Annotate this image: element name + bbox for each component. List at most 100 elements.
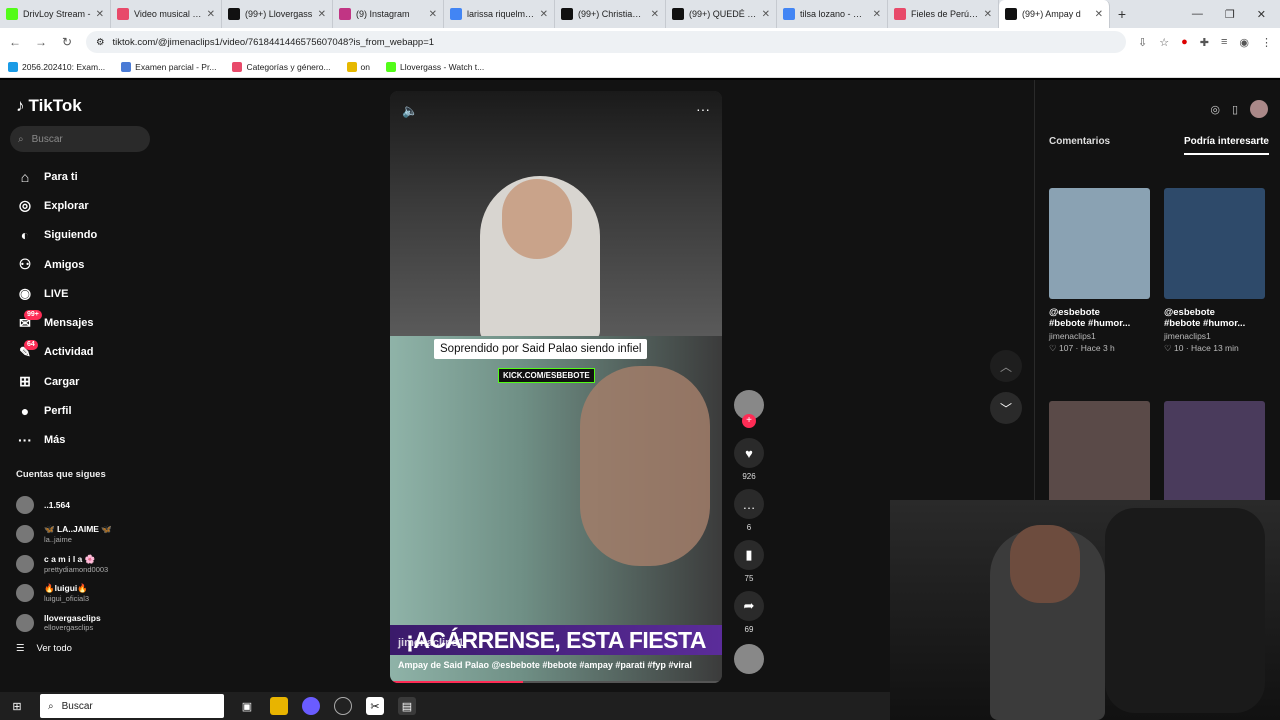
- sidebar-item-actividad[interactable]: ✎ Actividad 64: [10, 338, 150, 367]
- notepad-icon[interactable]: ▤: [398, 697, 416, 715]
- creator-avatar[interactable]: +: [734, 390, 764, 428]
- install-icon[interactable]: ⇩: [1138, 36, 1147, 49]
- device-icon[interactable]: ▯: [1232, 103, 1238, 116]
- browser-tab[interactable]: Fieles de Perú: Cr ✕: [888, 0, 999, 28]
- bookmark-item[interactable]: Llovergass - Watch t...: [386, 61, 484, 72]
- browser-tab[interactable]: larissa riquelme - ✕: [444, 0, 555, 28]
- browser-tab[interactable]: DrivLoy Stream - ✕: [0, 0, 111, 28]
- sidebar-item-para-ti[interactable]: ⌂ Para ti: [10, 162, 150, 191]
- bookmark-item[interactable]: 2056.202410: Exam...: [8, 61, 105, 72]
- user-avatar[interactable]: [1250, 100, 1268, 118]
- close-icon[interactable]: ✕: [207, 9, 215, 20]
- reload-icon[interactable]: ↻: [60, 35, 74, 49]
- file-explorer-icon[interactable]: [270, 697, 288, 715]
- sidebar-item-explorar[interactable]: ◎ Explorar: [10, 191, 150, 220]
- extension-icon[interactable]: ●: [1181, 36, 1188, 48]
- tab-recommended[interactable]: Podría interesarte: [1183, 136, 1269, 155]
- following-account[interactable]: c a m i l a 🌸 prettydiamond0003: [10, 549, 150, 579]
- windows-start-icon[interactable]: ⊞: [8, 697, 26, 715]
- bookmark-item[interactable]: on: [346, 61, 370, 72]
- close-icon[interactable]: ✕: [429, 9, 437, 20]
- previous-video-button[interactable]: ︿: [990, 350, 1022, 382]
- sidebar-item-cargar[interactable]: ⊞ Cargar: [10, 367, 150, 396]
- browser-tab[interactable]: tilsa lozano - Busc ✕: [777, 0, 888, 28]
- obs-icon[interactable]: [334, 697, 352, 715]
- see-all-button[interactable]: ☰ Ver todo: [10, 643, 150, 654]
- follow-plus-icon[interactable]: +: [742, 414, 756, 428]
- sidebar-item-perfil[interactable]: ● Perfil: [10, 396, 150, 425]
- close-icon[interactable]: ✕: [762, 9, 770, 20]
- restore-icon[interactable]: ❐: [1225, 8, 1235, 21]
- site-info-icon[interactable]: ⚙: [96, 37, 105, 48]
- close-icon[interactable]: ✕: [1095, 9, 1103, 20]
- sidebar-item-amigos[interactable]: ⚇ Amigos: [10, 250, 150, 279]
- forward-icon[interactable]: →: [34, 35, 48, 49]
- video-thumbnail[interactable]: [1049, 188, 1150, 299]
- tab-title: DrivLoy Stream -: [23, 9, 91, 19]
- close-icon[interactable]: ✕: [540, 9, 548, 20]
- sidebar-item-m-s[interactable]: ··· Más: [10, 426, 150, 455]
- next-video-button[interactable]: ﹀: [990, 392, 1022, 424]
- close-icon[interactable]: ✕: [318, 9, 326, 20]
- browser-tab[interactable]: Video musical de ✕: [111, 0, 222, 28]
- sidebar-item-mensajes[interactable]: ✉ Mensajes 99+: [10, 308, 150, 337]
- recommended-video-card[interactable]: [1049, 401, 1150, 512]
- video-player[interactable]: Soprendido por Said Palao siendo infiel …: [390, 91, 722, 683]
- menu-icon[interactable]: ⋮: [1261, 36, 1272, 49]
- video-description[interactable]: Ampay de Said Palao @esbebote #bebote #a…: [398, 660, 692, 670]
- volume-icon[interactable]: 🔈: [402, 103, 418, 119]
- close-icon[interactable]: ✕: [873, 9, 881, 20]
- bookmark-item[interactable]: Categorías y género...: [232, 61, 331, 72]
- minimize-icon[interactable]: —: [1192, 8, 1203, 21]
- profile-avatar[interactable]: ◉: [1239, 36, 1249, 49]
- browser-tab[interactable]: (99+) QUEDÉ FRIC ✕: [666, 0, 777, 28]
- sidebar-item-label: Actividad: [44, 346, 94, 359]
- card-user[interactable]: jimenaclips1: [1164, 331, 1265, 341]
- more-options-icon[interactable]: ···: [696, 101, 710, 117]
- back-icon[interactable]: ←: [8, 35, 22, 49]
- following-account[interactable]: 🔥luigui🔥 luigui_oficial3: [10, 578, 150, 608]
- following-account[interactable]: ..1.564: [10, 490, 150, 520]
- close-icon[interactable]: ✕: [651, 9, 659, 20]
- video-thumbnail[interactable]: [1164, 401, 1265, 512]
- sidebar-item-live[interactable]: ◉ LIVE: [10, 279, 150, 308]
- browser-tab[interactable]: (99+) Llovergass ✕: [222, 0, 333, 28]
- following-account[interactable]: llovergasclips ellovergasclips: [10, 608, 150, 638]
- video-thumbnail[interactable]: [1049, 401, 1150, 512]
- save-button[interactable]: ▮: [734, 540, 764, 570]
- task-view-icon[interactable]: ▣: [238, 697, 256, 715]
- tab-comments[interactable]: Comentarios: [1049, 136, 1110, 155]
- recommended-video-card[interactable]: @esbebote #bebote #humor... jimenaclips1…: [1049, 188, 1150, 354]
- share-button[interactable]: ➦: [734, 591, 764, 621]
- browser-tab[interactable]: (99+) Christian Do ✕: [555, 0, 666, 28]
- close-icon[interactable]: ✕: [96, 9, 104, 20]
- bookmark-star-icon[interactable]: ☆: [1159, 36, 1169, 49]
- card-user[interactable]: jimenaclips1: [1049, 331, 1150, 341]
- sound-disc[interactable]: [734, 644, 764, 674]
- new-tab-button[interactable]: +: [1110, 6, 1134, 22]
- sidebar-item-siguiendo[interactable]: ◐ Siguiendo: [10, 221, 150, 250]
- search-input[interactable]: ⌕ Buscar: [10, 126, 150, 152]
- bookmark-item[interactable]: Examen parcial - Pr...: [121, 61, 216, 72]
- taskbar-search[interactable]: ⌕ Buscar: [40, 694, 224, 718]
- capcut-icon[interactable]: ✂: [366, 697, 384, 715]
- address-bar[interactable]: ⚙ tiktok.com/@jimenaclips1/video/7618441…: [86, 31, 1126, 53]
- video-thumbnail[interactable]: [1164, 188, 1265, 299]
- tiktok-logo[interactable]: ♪ TikTok: [16, 96, 144, 116]
- browser-icon[interactable]: [302, 697, 320, 715]
- recommended-video-card[interactable]: [1164, 401, 1265, 512]
- browser-tab[interactable]: (9) Instagram ✕: [333, 0, 444, 28]
- browser-tab[interactable]: (99+) Ampay d ✕: [999, 0, 1110, 28]
- video-progress-bar[interactable]: [390, 681, 722, 683]
- compass-icon[interactable]: ◎: [1210, 103, 1220, 116]
- like-button[interactable]: ♥: [734, 438, 764, 468]
- close-window-icon[interactable]: ✕: [1257, 8, 1266, 21]
- video-author[interactable]: jimenaclips1: [398, 637, 464, 649]
- media-icon[interactable]: ≡: [1221, 36, 1227, 48]
- recommended-video-card[interactable]: @esbebote #bebote #humor... jimenaclips1…: [1164, 188, 1265, 354]
- account-name: llovergasclips: [44, 613, 101, 624]
- comment-button[interactable]: …: [734, 489, 764, 519]
- following-account[interactable]: 🦋 LA..JAIME 🦋 la..jaime: [10, 519, 150, 549]
- extensions-puzzle-icon[interactable]: ✚: [1200, 36, 1209, 49]
- close-icon[interactable]: ✕: [984, 9, 992, 20]
